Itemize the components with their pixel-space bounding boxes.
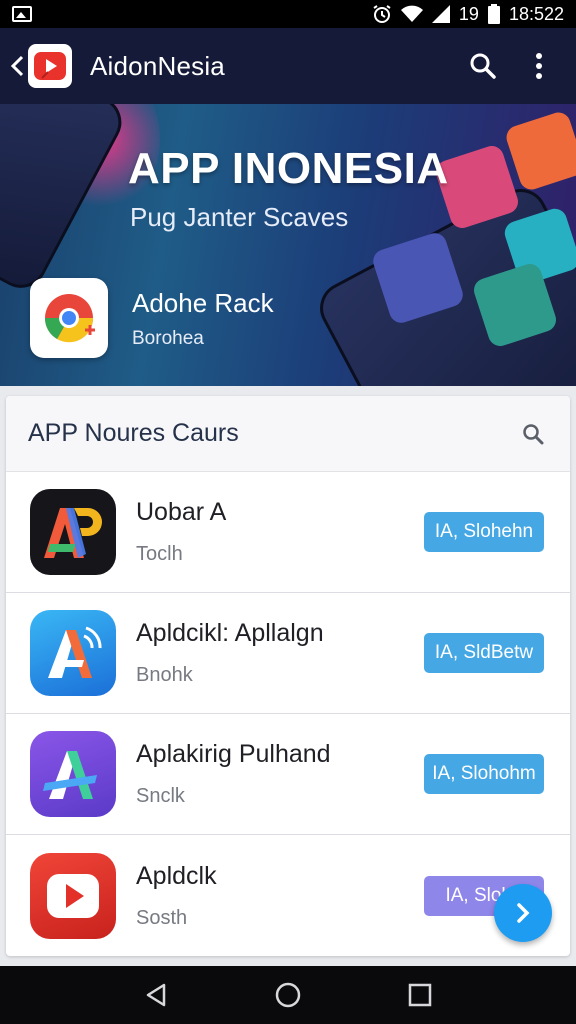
app-subtitle: Bnohk xyxy=(136,664,193,686)
square-recents-icon xyxy=(408,983,432,1007)
a-sound-icon xyxy=(30,610,116,696)
ap-logo-icon xyxy=(30,489,116,575)
clock: 18:522 xyxy=(508,3,564,24)
app-name: Aplakirig Pulhand xyxy=(136,740,331,768)
youtube-play-icon xyxy=(34,52,66,80)
more-options-button[interactable] xyxy=(524,51,554,81)
triangle-back-icon xyxy=(146,983,166,1007)
list-title: APP Noures Caurs xyxy=(28,419,239,447)
system-nav-bar xyxy=(0,966,576,1024)
app-name: Apldcikl: Apllalgn xyxy=(136,619,324,647)
featured-app-name: Adohe Rack xyxy=(132,288,274,318)
signal-icon xyxy=(431,5,450,23)
banner-subtitle: Pug Janter Scaves xyxy=(130,202,349,232)
search-icon xyxy=(470,53,496,79)
a-purple-icon xyxy=(30,731,116,817)
app-list-card: APP Noures Caurs Uobar A Toclh IA, Slohe… xyxy=(6,396,570,956)
chrome-icon xyxy=(44,294,95,343)
next-fab[interactable] xyxy=(494,884,552,942)
wifi-icon xyxy=(400,5,423,22)
app-subtitle: Snclk xyxy=(136,785,185,807)
featured-app-subtitle: Borohea xyxy=(132,328,204,349)
app-bar: AidonNesia xyxy=(0,28,576,104)
image-icon xyxy=(12,6,32,22)
search-icon xyxy=(523,423,544,444)
status-indicators: 19 18:522 xyxy=(372,4,564,25)
app-subtitle: Sosth xyxy=(136,906,188,929)
back-icon[interactable] xyxy=(6,46,28,86)
list-item[interactable]: Aplakirig Pulhand Snclk IA, Slohohm xyxy=(6,714,570,835)
status-bar: 19 18:522 xyxy=(0,0,576,28)
app-logo[interactable] xyxy=(28,44,72,88)
nav-home-button[interactable] xyxy=(273,980,303,1010)
install-button[interactable]: IA, SldBetw xyxy=(424,633,544,673)
nav-back-button[interactable] xyxy=(141,980,171,1010)
play-icon xyxy=(30,852,116,939)
list-item[interactable]: Uobar A Toclh IA, Slohehn xyxy=(6,472,570,593)
app-name: Apldclk xyxy=(136,861,217,890)
app-name: Uobar A xyxy=(136,498,227,526)
signal-text: 19 xyxy=(458,3,479,24)
list-search-button[interactable] xyxy=(518,419,548,449)
install-button[interactable]: IA, Slohohm xyxy=(424,754,544,794)
more-vert-icon xyxy=(536,53,542,79)
featured-banner[interactable]: APP INONESIA Pug Janter Scaves Adohe Rac… xyxy=(0,104,576,386)
chevron-right-icon xyxy=(517,903,530,923)
search-button[interactable] xyxy=(468,51,498,81)
app-subtitle: Toclh xyxy=(136,543,183,565)
install-button[interactable]: IA, Slohehn xyxy=(424,512,544,552)
battery-icon xyxy=(487,4,500,24)
featured-app-icon[interactable] xyxy=(30,278,108,358)
banner-title: APP INONESIA xyxy=(128,144,449,193)
list-header: APP Noures Caurs xyxy=(6,396,570,472)
app-title: AidonNesia xyxy=(90,50,225,81)
circle-home-icon xyxy=(275,982,301,1008)
alarm-icon xyxy=(373,5,391,23)
camera-tile xyxy=(503,109,576,193)
nav-recents-button[interactable] xyxy=(405,980,435,1010)
list-item[interactable]: Apldclk Sosth IA, Slohd xyxy=(6,835,570,956)
list-item[interactable]: Apldcikl: Apllalgn Bnohk IA, SldBetw xyxy=(6,593,570,714)
